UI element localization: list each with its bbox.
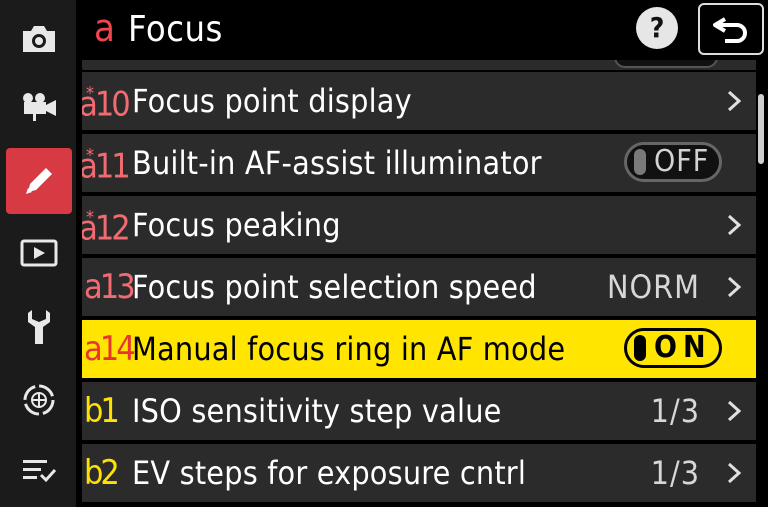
photo-shooting-menu-tab[interactable]: [6, 6, 72, 72]
menu-item-code: b1: [82, 382, 132, 440]
toggle-state-label: ON: [654, 330, 712, 365]
menu-item-code-text: a13: [84, 267, 136, 307]
previous-row-edge: [82, 60, 756, 70]
playback-icon: [20, 239, 58, 267]
wrench-icon: [28, 310, 50, 344]
playback-menu-tab[interactable]: [6, 220, 72, 286]
movie-camera-icon: [23, 93, 56, 121]
chevron-right-icon: [720, 196, 748, 254]
toggle-knob: [634, 335, 646, 361]
menu-row-a14[interactable]: a14 Manual focus ring in AF mode ON: [82, 320, 756, 378]
menu-item-value: 1/3: [650, 454, 700, 492]
menu-item-label: Focus peaking: [132, 206, 341, 244]
camera-icon: [23, 26, 55, 52]
menu-item-code: b2: [82, 444, 132, 502]
help-button[interactable]: ?: [636, 7, 678, 49]
toggle-state-label: OFF: [654, 144, 710, 179]
menu-item-value: NORM: [606, 268, 700, 306]
help-icon: ?: [649, 11, 665, 44]
menu-item-code-text: b1: [84, 391, 120, 431]
pencil-icon: [26, 168, 52, 194]
changed-setting-asterisk: *: [86, 82, 94, 104]
setup-menu-tab[interactable]: [6, 294, 72, 360]
network-menu-tab[interactable]: [6, 367, 72, 433]
menu-list: *a10 Focus point display *a11 Built-in AF-a…: [82, 60, 756, 507]
menu-item-label: Focus point display: [132, 82, 412, 120]
menu-item-code: a13: [82, 258, 136, 316]
menu-item-code: a14: [82, 320, 136, 378]
menu-item-label: Focus point selection speed: [132, 268, 537, 306]
menu-item-code: *a11: [82, 131, 132, 195]
return-arrow-icon: [713, 17, 747, 43]
menu-item-code: *a12: [82, 193, 132, 257]
changed-setting-asterisk: *: [86, 144, 94, 166]
menu-tab-sidebar: [0, 0, 76, 507]
menu-item-code: *a10: [82, 69, 132, 133]
menu-item-code-text: b2: [84, 453, 120, 493]
menu-row-a10[interactable]: *a10 Focus point display: [82, 72, 756, 130]
custom-settings-menu-tab[interactable]: [6, 148, 72, 214]
network-icon: [23, 384, 55, 416]
menu-item-label: EV steps for exposure cntrl: [132, 454, 527, 492]
menu-row-b2[interactable]: b2 EV steps for exposure cntrl 1/3: [82, 444, 756, 502]
page-title: Focus: [128, 9, 223, 50]
scrollbar[interactable]: [758, 94, 764, 164]
chevron-right-icon: [720, 444, 748, 502]
menu-item-label: Manual focus ring in AF mode: [132, 330, 566, 368]
chevron-right-icon: [720, 72, 748, 130]
changed-setting-asterisk: *: [86, 206, 94, 228]
menu-item-label: ISO sensitivity step value: [132, 392, 502, 430]
menu-item-value: 1/3: [650, 392, 700, 430]
video-recording-menu-tab[interactable]: [6, 73, 72, 139]
back-button[interactable]: [698, 3, 764, 55]
chevron-right-icon: [720, 382, 748, 440]
chevron-right-icon: [720, 258, 748, 316]
menu-row-a13[interactable]: a13 Focus point selection speed NORM: [82, 258, 756, 316]
toggle-knob: [634, 149, 646, 175]
menu-section-letter: a: [94, 6, 115, 50]
menu-header: a Focus ?: [82, 0, 768, 60]
menu-row-a12[interactable]: *a12 Focus peaking: [82, 196, 756, 254]
my-menu-tab[interactable]: [6, 437, 72, 503]
menu-item-code-text: a14: [84, 329, 136, 369]
menu-row-b1[interactable]: b1 ISO sensitivity step value 1/3: [82, 382, 756, 440]
toggle-switch[interactable]: OFF: [624, 142, 722, 182]
menu-item-label: Built-in AF-assist illuminator: [132, 144, 542, 182]
menu-row-a11[interactable]: *a11 Built-in AF-assist illuminator OFF: [82, 134, 756, 192]
my-menu-icon: [23, 460, 57, 483]
toggle-switch[interactable]: ON: [624, 328, 722, 368]
